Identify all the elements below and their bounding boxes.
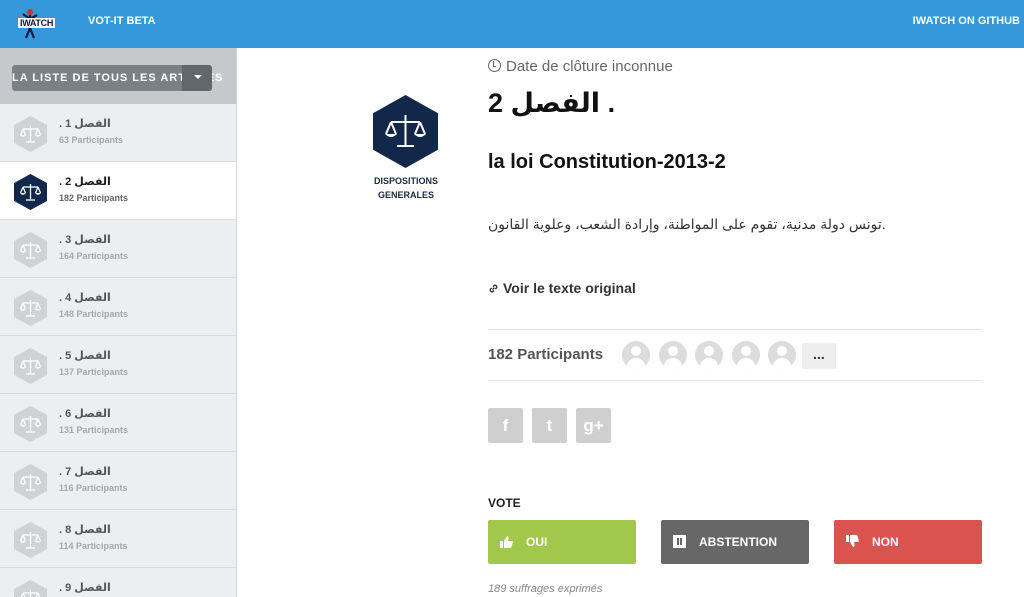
- original-text-link[interactable]: Voir le texte original: [488, 280, 636, 296]
- sidebar-chapter-item[interactable]: الفصل 7 . 116 Participants: [0, 452, 236, 510]
- sidebar-header: LA LISTE DE TOUS LES ARTICLES: [0, 48, 236, 104]
- more-participants-button[interactable]: ...: [802, 343, 836, 369]
- votes-cast-count: 189 suffrages exprimés: [488, 583, 603, 595]
- category-scales-icon: [373, 95, 438, 168]
- scales-icon: [14, 580, 47, 597]
- chapter-participants: 63 Participants: [59, 135, 124, 145]
- vote-oui-label: OUI: [526, 535, 548, 549]
- closing-date: Date de clôture inconnue: [488, 58, 673, 75]
- original-text-link-label: Voir le texte original: [503, 280, 636, 296]
- page-title: الفصل 2 .: [488, 88, 616, 118]
- vote-non-label: NON: [872, 535, 899, 549]
- facebook-icon: f: [502, 416, 509, 435]
- iwatch-logo[interactable]: IWATCH: [18, 6, 76, 42]
- googleplus-icon: g+: [583, 416, 604, 435]
- chapter-participants: 137 Participants: [59, 367, 129, 377]
- sidebar-chapter-item[interactable]: الفصل 5 . 137 Participants: [0, 336, 236, 394]
- chapter-participants: 114 Participants: [59, 541, 128, 551]
- avatar[interactable]: [768, 341, 796, 369]
- twitter-share-button[interactable]: t: [532, 408, 567, 443]
- chapter-title: الفصل 4 .: [59, 292, 111, 304]
- scales-icon: [14, 174, 47, 210]
- chapter-participants: 131 Participants: [59, 425, 129, 435]
- law-subtitle: la loi Constitution-2013-2: [488, 151, 726, 173]
- sidebar-chapter-item[interactable]: الفصل 3 . 164 Participants: [0, 220, 236, 278]
- chapter-title: الفصل 1 .: [59, 118, 111, 130]
- googleplus-share-button[interactable]: g+: [576, 408, 611, 443]
- divider: [488, 329, 982, 330]
- chapter-title: الفصل 5 .: [59, 350, 111, 362]
- avatar[interactable]: [622, 341, 650, 369]
- chapter-participants: 182 Participants: [59, 193, 129, 203]
- chapter-title: الفصل 8 .: [59, 524, 111, 536]
- vote-non-button[interactable]: NON: [834, 520, 982, 564]
- closing-date-text: Date de clôture inconnue: [506, 58, 673, 75]
- vote-abstention-label: ABSTENTION: [699, 535, 777, 549]
- article-text: تونس دولة مدنية، تقوم على المواطنة، وإرا…: [488, 216, 886, 232]
- scales-icon: [14, 116, 47, 152]
- top-navbar: IWATCH VOT-IT BETA IWATCH ON GITHUB: [0, 0, 1024, 48]
- chapter-list: الفصل 1 . 63 Participants الفصل 2 . 182 Par…: [0, 104, 236, 597]
- chapter-participants: 116 Participants: [59, 483, 128, 493]
- github-link[interactable]: IWATCH ON GITHUB: [913, 15, 1020, 27]
- chapter-title: الفصل 3 .: [59, 234, 111, 246]
- scales-icon: [14, 290, 47, 326]
- avatar[interactable]: [695, 341, 723, 369]
- articles-dropdown[interactable]: LA LISTE DE TOUS LES ARTICLES: [12, 65, 222, 91]
- chapter-title: الفصل 9 .: [59, 582, 111, 594]
- sidebar: LA LISTE DE TOUS LES ARTICLES الفصل 1 . 6…: [0, 48, 237, 597]
- link-icon: [489, 284, 498, 293]
- avatar[interactable]: [732, 341, 760, 369]
- vote-oui-button[interactable]: OUI: [488, 520, 636, 564]
- chapter-title: الفصل 7 .: [59, 466, 111, 478]
- pause-icon: [673, 535, 686, 548]
- brand-link[interactable]: VOT-IT BETA: [88, 15, 156, 27]
- sidebar-chapter-item[interactable]: الفصل 2 . 182 Participants: [0, 162, 236, 220]
- chapter-participants: 164 Participants: [59, 251, 129, 261]
- chapter-title: الفصل 2 .: [59, 176, 111, 188]
- scales-icon: [14, 232, 47, 268]
- twitter-icon: t: [546, 416, 553, 435]
- clock-icon: [488, 59, 501, 72]
- thumbs-up-icon: [500, 536, 513, 548]
- chapter-participants: 148 Participants: [59, 309, 129, 319]
- scales-icon: [14, 406, 47, 442]
- category-label: DISPOSITIONS GENERALES: [360, 174, 452, 202]
- category-line-2: GENERALES: [377, 190, 434, 200]
- sidebar-chapter-item[interactable]: الفصل 1 . 63 Participants: [0, 104, 236, 162]
- category-line-1: DISPOSITIONS: [373, 176, 438, 186]
- vote-heading: VOTE: [488, 496, 521, 510]
- sidebar-chapter-item[interactable]: الفصل 8 . 114 Participants: [0, 510, 236, 568]
- participants-count: 182 Participants: [488, 346, 604, 363]
- scales-icon: [14, 464, 47, 500]
- chapter-title: الفصل 6 .: [59, 408, 111, 420]
- scales-icon: [14, 522, 47, 558]
- sidebar-chapter-item[interactable]: الفصل 6 . 131 Participants: [0, 394, 236, 452]
- facebook-share-button[interactable]: f: [488, 408, 523, 443]
- scales-icon: [14, 348, 47, 384]
- sidebar-chapter-item[interactable]: الفصل 9 .: [0, 568, 236, 597]
- divider: [488, 380, 982, 381]
- chevron-down-icon[interactable]: [182, 65, 212, 91]
- vote-abstention-button[interactable]: ABSTENTION: [661, 520, 809, 564]
- avatar[interactable]: [659, 341, 687, 369]
- logo-text: IWATCH: [18, 18, 56, 28]
- sidebar-chapter-item[interactable]: الفصل 4 . 148 Participants: [0, 278, 236, 336]
- thumbs-down-icon: [846, 535, 859, 547]
